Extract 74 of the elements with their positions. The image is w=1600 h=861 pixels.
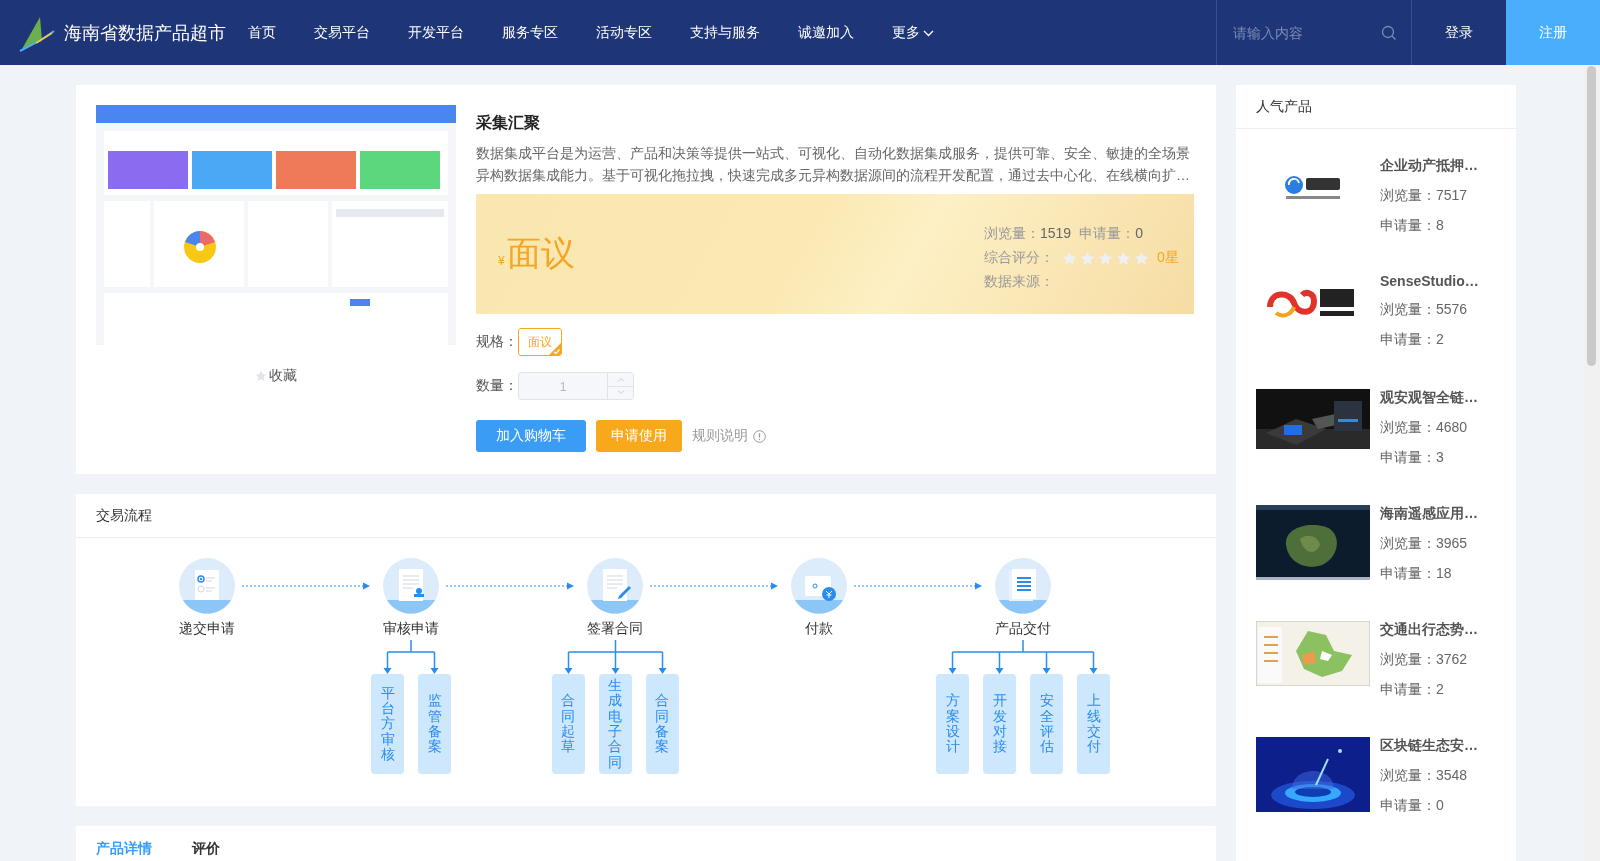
apply-count: 申请量：2 xyxy=(1380,331,1445,349)
nav-link[interactable]: 诚邀加入 xyxy=(798,23,854,42)
star-icon xyxy=(1134,250,1149,266)
star-icon xyxy=(255,370,267,382)
step-label: 付款 xyxy=(805,620,833,638)
star-icon xyxy=(1062,250,1077,266)
info-icon xyxy=(753,429,766,443)
tab[interactable]: 评价 xyxy=(192,840,220,860)
nav-link[interactable]: 交易平台 xyxy=(314,23,370,42)
product-link[interactable]: 企业动产抵押… xyxy=(1380,157,1478,175)
substep-label: 生成电子合同 xyxy=(608,677,622,771)
search-input[interactable]: 请输入内容 xyxy=(1231,23,1371,42)
document-lines-icon xyxy=(995,558,1051,614)
document-stamp-icon xyxy=(383,558,439,614)
site-title: 海南省数据产品超市 xyxy=(64,21,226,45)
login-button[interactable]: 登录 xyxy=(1412,0,1506,65)
substep-label: 合同备案 xyxy=(655,693,669,755)
nav-link[interactable]: 更多 xyxy=(892,23,934,42)
rating-label: 综合评分： xyxy=(984,249,1054,267)
scrollbar-thumb[interactable] xyxy=(1587,66,1596,366)
document-pen-icon xyxy=(587,558,643,614)
search-bar[interactable]: 请输入内容 xyxy=(1216,0,1412,65)
substep-label: 监管备案 xyxy=(427,693,442,755)
step-label: 审核申请 xyxy=(383,620,439,638)
substep-label: 方案设计 xyxy=(945,693,960,755)
step-label: 产品交付 xyxy=(995,620,1051,638)
currency-symbol: ¥ xyxy=(498,254,505,268)
quantity-label: 数量： xyxy=(476,377,518,395)
nav-link[interactable]: 首页 xyxy=(248,23,276,42)
star-icon xyxy=(1098,250,1113,266)
product-title: 采集汇聚 xyxy=(476,113,541,133)
substep-label: 合同起草 xyxy=(561,693,575,755)
apply-count: 申请量：8 xyxy=(1380,217,1445,235)
wallet-coin-icon xyxy=(791,558,847,614)
view-count: 浏览量：5576 xyxy=(1380,301,1469,319)
form-document-icon xyxy=(179,558,235,614)
product-link[interactable]: 观安观智全链… xyxy=(1380,389,1478,407)
view-count: 浏览量：3762 xyxy=(1380,651,1469,669)
view-count: 浏览量：3965 xyxy=(1380,535,1469,553)
search-icon xyxy=(1381,24,1397,41)
substep-label: 平台方审核 xyxy=(380,685,395,763)
step-label: 签署合同 xyxy=(587,620,643,638)
substep-label: 上线交付 xyxy=(1086,693,1101,755)
substep-label: 开发对接 xyxy=(992,693,1007,755)
product-link[interactable]: 海南遥感应用… xyxy=(1380,505,1478,523)
product-link[interactable]: 交通出行态势… xyxy=(1380,621,1478,639)
apply-count: 申请量：18 xyxy=(1380,565,1453,583)
spec-label: 规格： xyxy=(476,333,518,351)
scrollbar[interactable] xyxy=(1584,66,1600,861)
view-count: 浏览量：1519 xyxy=(984,225,1072,243)
price-value: 面议 xyxy=(506,233,575,274)
step-label: 递交申请 xyxy=(179,620,235,638)
substep-label: 安全评估 xyxy=(1039,693,1054,755)
sidebar-title: 人气产品 xyxy=(1236,85,1516,129)
product-link[interactable]: SenseStudio… xyxy=(1380,273,1479,289)
section-title: 交易流程 xyxy=(76,494,1216,538)
view-count: 浏览量：7517 xyxy=(1380,187,1469,205)
view-count: 浏览量：4680 xyxy=(1380,419,1469,437)
favorite-link[interactable]: 收藏 xyxy=(269,367,297,385)
nav-link[interactable]: 开发平台 xyxy=(408,23,464,42)
rating-text: 0星 xyxy=(1157,249,1179,267)
data-source-label: 数据来源： xyxy=(984,273,1054,291)
view-count: 浏览量：3548 xyxy=(1380,767,1469,785)
apply-count: 申请量：0 xyxy=(1380,797,1445,815)
nav-link[interactable]: 服务专区 xyxy=(502,23,558,42)
apply-count: 申请量：0 xyxy=(1079,225,1143,243)
product-description: 数据集成平台是为运营、产品和决策等提供一站式、可视化、自动化数据集成服务，提供可靠、安全、敏捷的全场景异构数据集成能力。基于可视化拖拉拽，快速完成多元异构数据源间的流程开发配置，通过去中心化、在线横向扩… xyxy=(476,144,1191,185)
apply-count: 申请量：2 xyxy=(1380,681,1445,699)
star-icon xyxy=(1080,250,1095,266)
star-icon xyxy=(1116,250,1131,266)
nav-link[interactable]: 活动专区 xyxy=(596,23,652,42)
apply-count: 申请量：3 xyxy=(1380,449,1445,467)
nav-link[interactable]: 支持与服务 xyxy=(690,23,760,42)
product-link[interactable]: 区块链生态安… xyxy=(1380,737,1478,755)
